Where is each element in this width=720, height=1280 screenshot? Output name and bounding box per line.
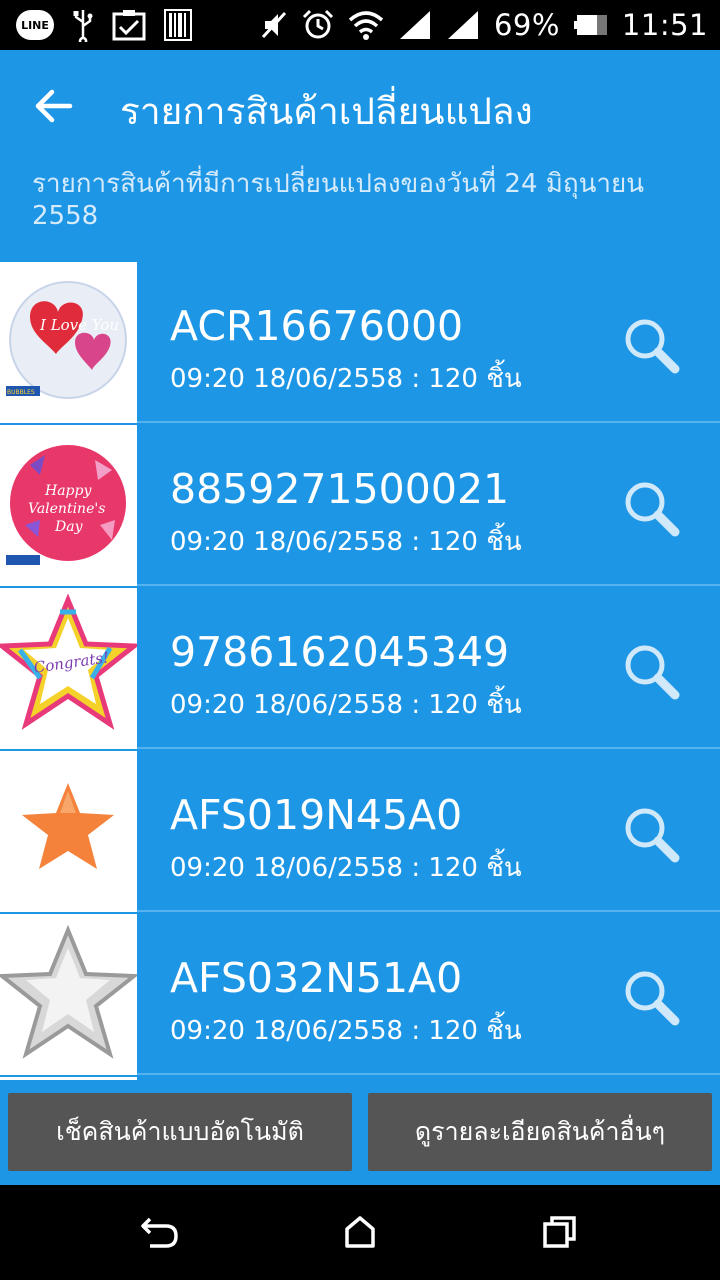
battery-percent: 69% [493,8,560,42]
product-code: AFS032N51A0 [170,954,463,1002]
home-nav-icon [345,1216,375,1248]
alarm-icon [302,9,334,41]
product-meta: 09:20 18/06/2558 : 120 ชิ้น [170,690,522,720]
page-title: รายการสินค้าเปลี่ยนแปลง [120,90,533,133]
product-code: 9786162045349 [170,628,510,676]
arrow-left-icon [35,89,73,123]
list-item[interactable]: I Love You BUBBLES ACR16676000 09:20 18/… [0,262,720,423]
list-item[interactable]: Happy Valentine's Day 8859271500021 09:2… [0,425,720,586]
product-code: AFS019N45A0 [170,791,463,839]
view-detail-button[interactable] [620,477,684,541]
back-nav-button[interactable] [130,1207,190,1257]
other-details-button[interactable]: ดูรายละเอียดสินค้าอื่นๆ [368,1093,712,1171]
navigation-bar [0,1185,720,1280]
clock: 11:51 [621,8,708,42]
home-nav-button[interactable] [330,1207,390,1257]
view-detail-button[interactable] [620,640,684,704]
search-icon [625,971,680,1026]
list-item[interactable]: Congrats! 9786162045349 09:20 18/06/2558… [0,588,720,749]
valentine-label-1: Happy [44,483,92,499]
back-button[interactable] [22,74,86,138]
product-image: I Love You BUBBLES [0,262,137,423]
bottom-action-bar: เช็คสินค้าแบบอัตโนมัติ ดูรายละเอียดสินค้… [0,1080,720,1185]
search-icon [625,319,680,374]
product-meta: 09:20 18/06/2558 : 120 ชิ้น [170,527,522,557]
search-icon [625,645,680,700]
product-meta: 09:20 18/06/2558 : 120 ชิ้น [170,853,522,883]
love-label: I Love You [39,316,119,334]
app-screen: รายการสินค้าเปลี่ยนแปลง รายการสินค้าที่ม… [0,50,720,1185]
list-item[interactable]: AFS019N45A0 09:20 18/06/2558 : 120 ชิ้น [0,751,720,912]
line-icon: LINE [16,10,54,40]
product-image [0,751,137,912]
product-meta: 09:20 18/06/2558 : 120 ชิ้น [170,1016,522,1046]
product-code: 8859271500021 [170,465,510,513]
product-meta: 09:20 18/06/2558 : 120 ชิ้น [170,364,522,394]
search-icon [625,482,680,537]
page-subtitle: รายการสินค้าที่มีการเปลี่ยนแปลงของวันที่… [32,169,645,231]
toolbar: รายการสินค้าเปลี่ยนแปลง [0,50,720,162]
product-list: I Love You BUBBLES ACR16676000 09:20 18/… [0,262,720,1080]
recents-nav-button[interactable] [530,1207,590,1257]
battery-icon [573,14,608,36]
auto-check-button[interactable]: เช็คสินค้าแบบอัตโนมัติ [8,1093,352,1171]
valentine-label-3: Day [54,519,84,535]
back-nav-icon [141,1217,178,1248]
recents-nav-icon [543,1216,576,1248]
list-item[interactable]: AFS032N51A0 09:20 18/06/2558 : 120 ชิ้น [0,914,720,1075]
signal-icon [398,9,432,41]
product-image: Congrats! [0,588,137,749]
usb-icon [72,8,94,42]
valentine-label-2: Valentine's [28,501,105,517]
product-code: ACR16676000 [170,302,464,350]
search-icon [625,808,680,863]
product-image: Happy Valentine's Day [0,425,137,586]
barcode-icon [164,9,192,41]
signal-roaming-icon [446,9,480,41]
mute-icon [260,9,288,41]
product-image [0,914,137,1075]
view-detail-button[interactable] [620,966,684,1030]
view-detail-button[interactable] [620,803,684,867]
wifi-icon [348,10,384,40]
status-bar: LINE 69% 11:51 [0,0,720,50]
view-detail-button[interactable] [620,314,684,378]
bubbles-label: BUBBLES [7,389,35,396]
line-label: LINE [21,18,49,32]
clipboard-check-icon [112,9,146,41]
